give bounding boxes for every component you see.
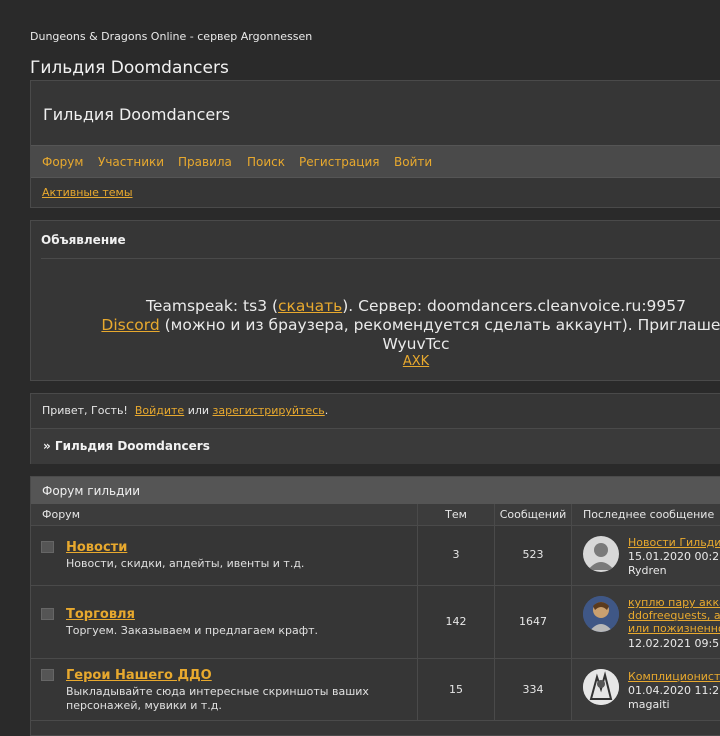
last-post-date: 15.01.2020 00:2 xyxy=(628,550,720,563)
nav-members[interactable]: Участники xyxy=(98,155,164,169)
site-title: Гильдия Doomdancers xyxy=(30,58,229,78)
forum-topics-count: 3 xyxy=(418,526,495,585)
forum-row-info: Новости Новости, скидки, апдейты, ивенты… xyxy=(31,526,418,585)
teamspeak-prefix: Teamspeak: ts3 ( xyxy=(146,297,279,315)
register-link[interactable]: зарегистрируйтесь xyxy=(213,404,325,417)
default-avatar-icon[interactable] xyxy=(583,536,619,572)
nav-login[interactable]: Войти xyxy=(394,155,432,169)
teamspeak-line: Teamspeak: ts3 (скачать). Сервер: doomda… xyxy=(31,297,720,315)
last-post-title-link[interactable]: Новости Гильдии xyxy=(628,536,720,549)
forum-description: Выкладывайте сюда интересные скриншоты в… xyxy=(66,685,369,712)
forum-read-icon xyxy=(41,541,54,553)
discord-link[interactable]: Discord xyxy=(101,316,159,334)
col-forum-label: Форум xyxy=(42,508,80,521)
forum-read-icon xyxy=(41,608,54,620)
breadcrumb-current: » Гильдия Doomdancers xyxy=(43,439,210,453)
forum-posts-count: 334 xyxy=(495,659,572,720)
axk-line: AXK xyxy=(31,354,720,369)
active-topics-link[interactable]: Активные темы xyxy=(42,186,133,199)
last-post-cell: Новости Гильдии 15.01.2020 00:2 Rydren xyxy=(572,526,720,585)
login-link[interactable]: Войдите xyxy=(135,404,184,417)
announcement-panel: Объявление Teamspeak: ts3 (скачать). Сер… xyxy=(30,220,720,381)
last-post-date: 12.02.2021 09:5 xyxy=(628,637,720,650)
topics-value: 15 xyxy=(449,683,463,696)
forum-row: Торговля Торгуем. Заказываем и предлагае… xyxy=(31,586,720,659)
forum-topics-count: 15 xyxy=(418,659,495,720)
forum-table: Форум гильдии Форум Тем Сообщений Послед… xyxy=(30,476,720,736)
axk-link[interactable]: AXK xyxy=(403,354,429,369)
discord-code: WyuvTcc xyxy=(382,335,450,353)
announcement-title: Объявление xyxy=(41,233,126,247)
nav-search[interactable]: Поиск xyxy=(247,155,285,169)
col-topics: Тем xyxy=(418,504,495,526)
last-post-user[interactable]: magaiti xyxy=(628,698,670,711)
col-topics-label: Тем xyxy=(445,508,467,521)
last-post-title-link[interactable]: Комплиционист xyxy=(628,670,720,683)
header-panel: Гильдия Doomdancers Форум Участники Прав… xyxy=(30,80,720,208)
nav-register[interactable]: Регистрация xyxy=(299,155,379,169)
col-posts: Сообщений xyxy=(495,504,572,526)
last-post-title-line: куплю пару акка xyxy=(628,596,720,609)
last-post-user[interactable]: Rydren xyxy=(628,564,667,577)
teamspeak-download-link[interactable]: скачать xyxy=(278,297,342,315)
main-nav: Форум Участники Правила Поиск Регистраци… xyxy=(31,145,720,178)
header-title: Гильдия Doomdancers xyxy=(43,105,231,124)
last-post-title-line: или пожизненно xyxy=(628,622,720,635)
forum-row: Новости Новости, скидки, апдейты, ивенты… xyxy=(31,526,720,586)
guest-greeting-line: Привет, Гость! Войдите или зарегистрируй… xyxy=(42,404,328,417)
guest-panel: Привет, Гость! Войдите или зарегистрируй… xyxy=(30,393,720,464)
forum-posts-count: 1647 xyxy=(495,586,572,658)
forum-posts-count: 523 xyxy=(495,526,572,585)
posts-value: 523 xyxy=(522,548,544,561)
forum-read-icon xyxy=(41,669,54,681)
discord-text: (можно и из браузера, рекомендуется сдел… xyxy=(159,316,720,334)
forum-row-info: Герои Нашего ДДО Выкладывайте сюда интер… xyxy=(31,659,418,720)
announcement-divider xyxy=(41,258,720,259)
sketch-avatar-icon[interactable] xyxy=(583,669,619,705)
discord-line: Discord (можно и из браузера, рекомендуе… xyxy=(31,316,720,334)
forum-section-title: Форум гильдии xyxy=(42,484,140,498)
breadcrumb: » Гильдия Doomdancers xyxy=(31,428,720,464)
last-post-cell: куплю пару акка ddofreequests, a или пож… xyxy=(572,586,720,658)
forum-name-link[interactable]: Торговля xyxy=(66,607,135,622)
forum-row: Герои Нашего ДДО Выкладывайте сюда интер… xyxy=(31,659,720,721)
guest-greeting: Привет, Гость! xyxy=(42,404,128,417)
forum-topics-count: 142 xyxy=(418,586,495,658)
col-forum: Форум xyxy=(31,504,418,526)
col-last-post-label: Последнее сообщение xyxy=(583,508,715,521)
col-posts-label: Сообщений xyxy=(499,508,567,521)
forum-section-header: Форум гильдии xyxy=(31,477,720,504)
forum-name-link[interactable]: Герои Нашего ДДО xyxy=(66,668,212,683)
forum-description: Торгуем. Заказываем и предлагаем крафт. xyxy=(66,624,319,637)
posts-value: 1647 xyxy=(519,615,547,628)
last-post-title-link[interactable]: куплю пару акка ddofreequests, a или пож… xyxy=(628,596,720,635)
nav-rules[interactable]: Правила xyxy=(178,155,232,169)
forum-name-link[interactable]: Новости xyxy=(66,540,127,555)
last-post-title-line: ddofreequests, a xyxy=(628,609,720,622)
last-post-date: 01.04.2020 11:2 xyxy=(628,684,720,697)
topics-value: 3 xyxy=(452,548,460,561)
forum-row-info: Торговля Торгуем. Заказываем и предлагае… xyxy=(31,586,418,658)
teamspeak-server: ). Сервер: doomdancers.cleanvoice.ru:995… xyxy=(342,297,686,315)
period-text: . xyxy=(324,404,329,417)
col-last-post: Последнее сообщение xyxy=(572,504,720,526)
forum-description: Новости, скидки, апдейты, ивенты и т.д. xyxy=(66,557,305,570)
or-text: или xyxy=(187,404,210,417)
site-top-title: Dungeons & Dragons Online - сервер Argon… xyxy=(30,30,313,43)
last-post-cell: Комплиционист 01.04.2020 11:2 magaiti xyxy=(572,659,720,720)
posts-value: 334 xyxy=(522,683,544,696)
character-avatar-icon[interactable] xyxy=(583,596,619,632)
topics-value: 142 xyxy=(445,615,467,628)
nav-forum[interactable]: Форум xyxy=(42,155,83,169)
